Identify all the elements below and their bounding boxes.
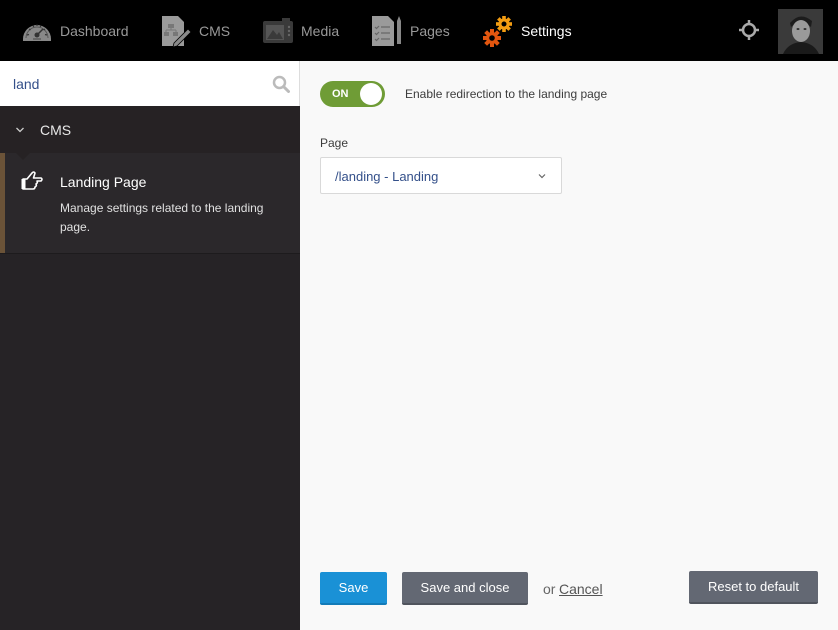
top-nav-bar: Dashboard CMS Media Pages Settings (0, 0, 838, 61)
sidebar-item-landing-page[interactable]: Landing Page Manage settings related to … (0, 153, 300, 254)
page-field-label: Page (320, 136, 349, 150)
search-input[interactable] (0, 61, 260, 106)
nav-media-label: Media (301, 22, 340, 39)
camera-icon (263, 17, 293, 43)
active-indicator (0, 153, 5, 253)
nav-media[interactable]: Media (262, 0, 339, 61)
chevron-down-icon (16, 127, 24, 132)
speedometer-icon (23, 24, 51, 41)
save-button[interactable]: Save (320, 572, 387, 605)
sidebar-item-description: Manage settings related to the landing p… (60, 201, 264, 234)
toggle-description: Enable redirection to the landing page (405, 87, 608, 101)
nav-cms-label: CMS (199, 22, 231, 39)
user-avatar[interactable] (778, 9, 823, 54)
nav-settings-label: Settings (521, 22, 572, 39)
nav-dashboard-label: Dashboard (60, 22, 129, 39)
or-text: or (543, 581, 556, 597)
settings-panel: ON Enable redirection to the landing pag… (300, 61, 838, 630)
document-edit-icon (162, 15, 192, 47)
nav-settings[interactable]: Settings (482, 0, 572, 61)
chevron-down-icon (538, 174, 546, 179)
checklist-pencil-icon (372, 15, 401, 46)
nav-pages[interactable]: Pages (371, 0, 450, 61)
sidebar-group-cms[interactable]: CMS (0, 106, 300, 153)
page-select-value: /landing - Landing (335, 169, 439, 184)
nav-pages-label: Pages (410, 22, 450, 39)
redirection-toggle[interactable]: ON (320, 81, 385, 107)
cancel-link[interactable]: Cancel (559, 581, 603, 597)
reset-to-default-button[interactable]: Reset to default (689, 571, 818, 604)
crosshair-icon[interactable] (738, 19, 760, 41)
nav-cms[interactable]: CMS (160, 0, 230, 61)
hand-pointing-icon (21, 171, 43, 190)
nav-dashboard[interactable]: Dashboard (21, 0, 129, 61)
toggle-state-label: ON (332, 88, 349, 100)
sidebar-item-title: Landing Page (60, 174, 147, 190)
notch-decoration (16, 153, 30, 160)
sidebar: CMS Landing Page Manage settings related… (0, 61, 300, 630)
gears-icon (483, 15, 512, 47)
search-box (0, 61, 300, 106)
page-select[interactable]: /landing - Landing (320, 157, 562, 194)
search-icon[interactable] (272, 75, 290, 93)
toggle-knob (360, 83, 382, 105)
avatar-image (778, 9, 823, 54)
save-and-close-button[interactable]: Save and close (402, 572, 528, 605)
sidebar-group-label: CMS (40, 121, 72, 138)
